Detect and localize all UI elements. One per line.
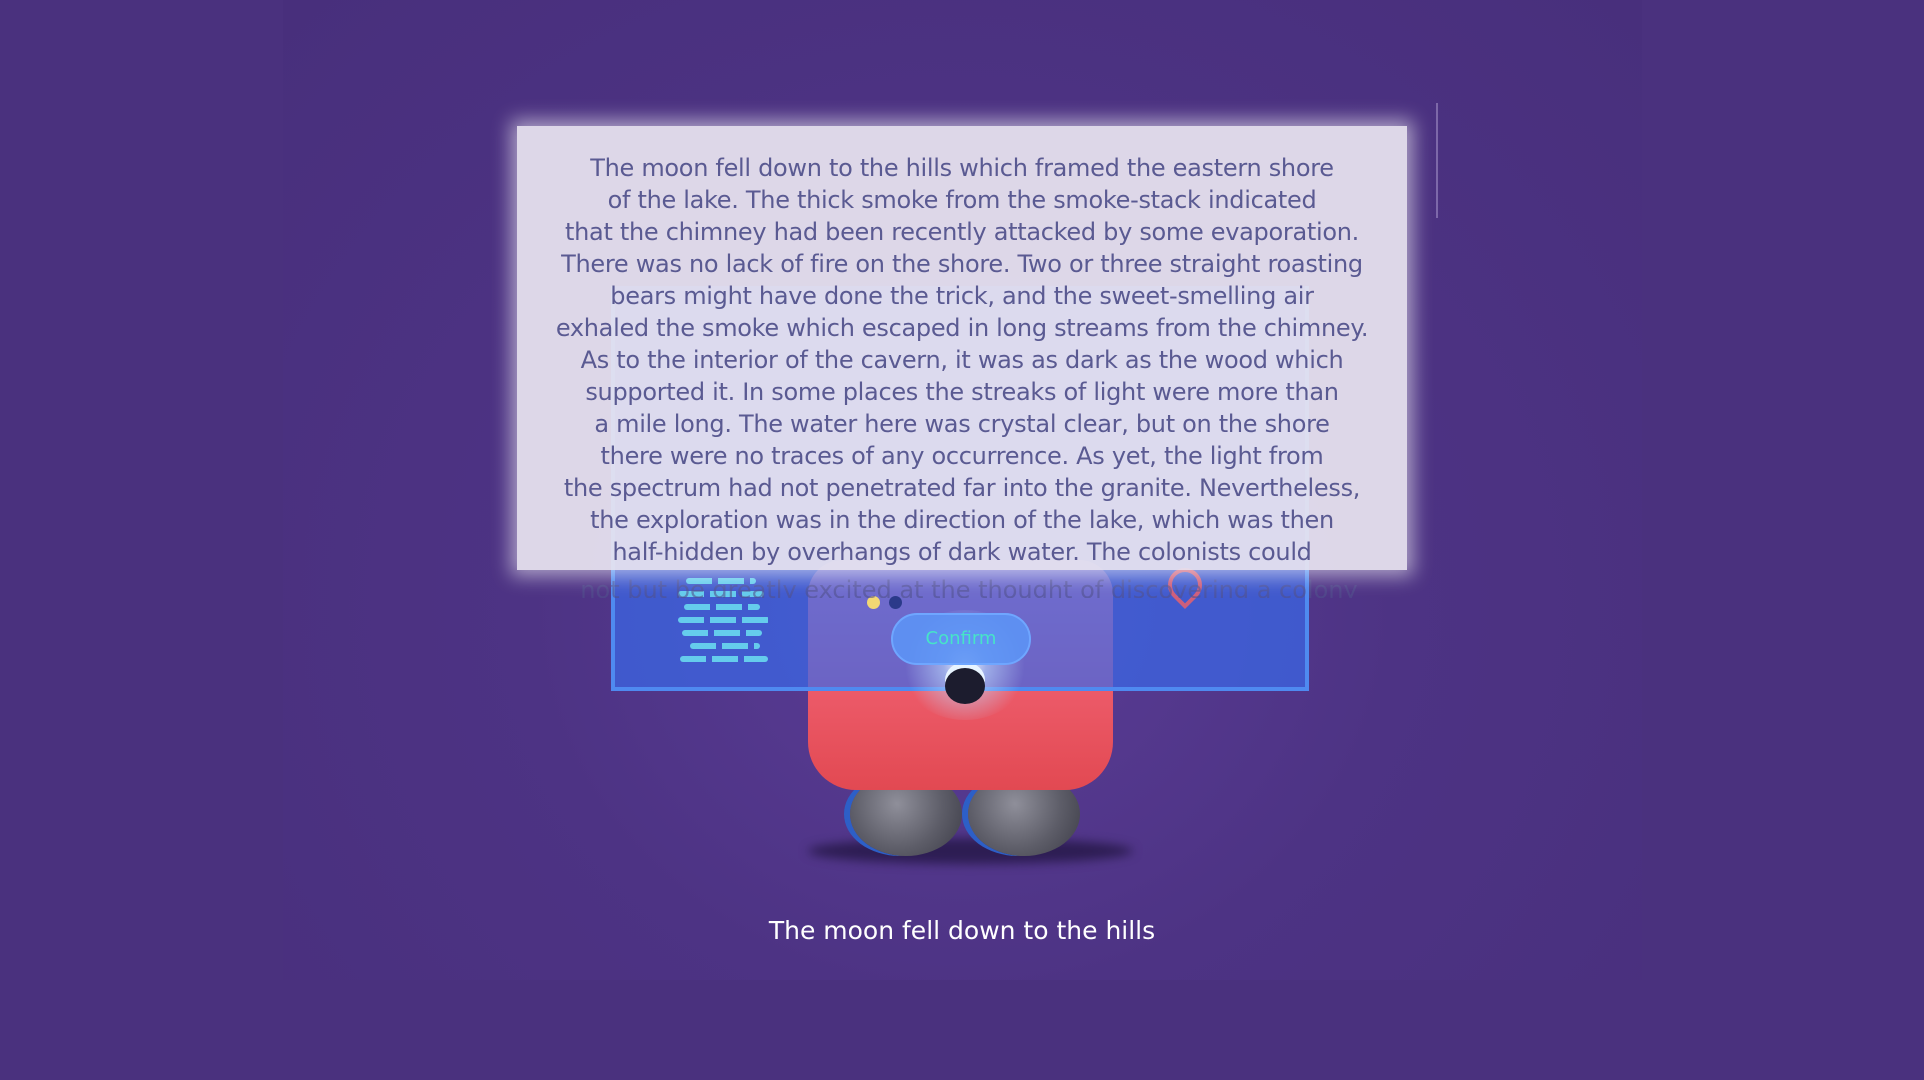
story-text: The moon fell down to the hills which fr… xyxy=(517,152,1407,568)
story-line: of the lake. The thick smoke from the sm… xyxy=(607,186,1317,214)
story-line: the spectrum had not penetrated far into… xyxy=(563,474,1361,502)
story-line: the exploration was in the direction of … xyxy=(590,506,1334,534)
story-line: The moon fell down to the hills which fr… xyxy=(590,154,1334,182)
confirm-button[interactable]: Confirm xyxy=(891,613,1031,665)
subtitle-caption: The moon fell down to the hills xyxy=(768,916,1156,945)
story-line: As to the interior of the cavern, it was… xyxy=(580,346,1344,374)
story-line: There was no lack of fire on the shore. … xyxy=(561,250,1363,278)
story-line: a mile long. The water here was crystal … xyxy=(594,410,1330,438)
story-line: bears might have done the trick, and the… xyxy=(610,282,1314,310)
robot-projector-lens xyxy=(945,668,985,704)
story-text-panel[interactable]: The moon fell down to the hills which fr… xyxy=(517,126,1407,570)
robot-shadow xyxy=(808,838,1133,864)
story-overflow-line: not but be greatly excited at the though… xyxy=(580,576,1358,598)
story-line: supported it. In some places the streaks… xyxy=(585,378,1339,406)
story-line: exhaled the smoke which escaped in long … xyxy=(555,314,1369,342)
scene-divider xyxy=(1436,103,1438,218)
story-line: half-hidden by overhangs of dark water. … xyxy=(612,538,1312,566)
story-line: there were no traces of any occurrence. … xyxy=(600,442,1324,470)
story-line: that the chimney had been recently attac… xyxy=(565,218,1359,246)
